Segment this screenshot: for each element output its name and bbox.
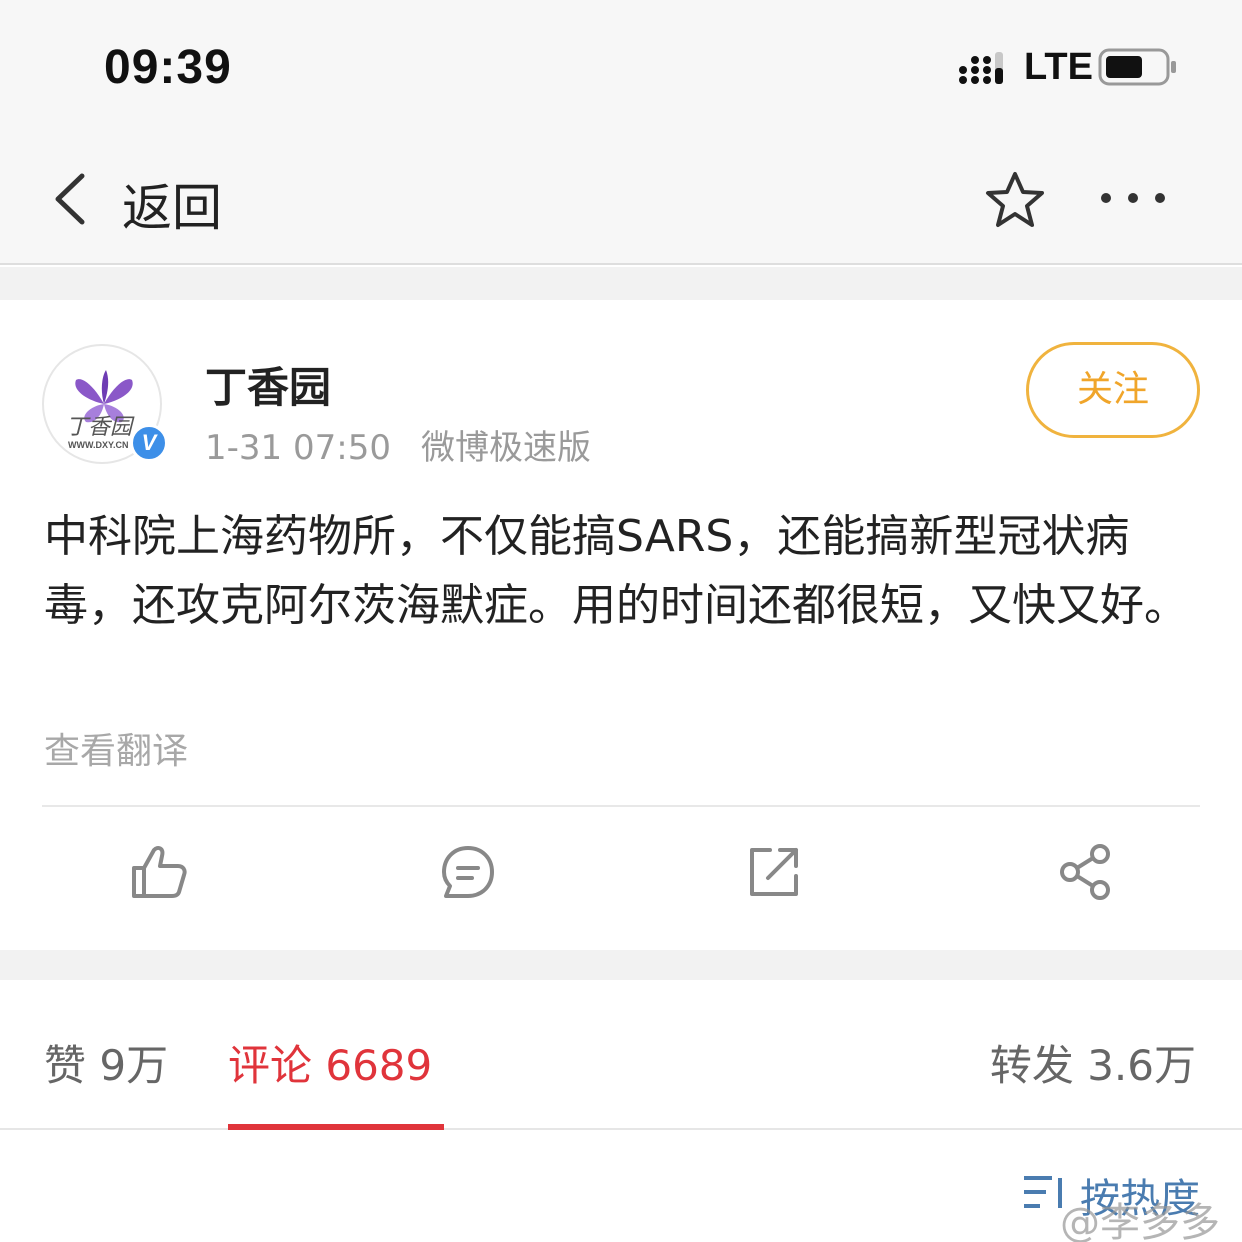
battery-icon bbox=[1098, 48, 1176, 86]
back-button[interactable]: 返回 bbox=[122, 168, 222, 240]
divider bbox=[42, 805, 1200, 807]
cellular-signal-icon bbox=[959, 52, 1003, 84]
engagement-tabs: 赞 9万 评论 6689 转发 3.6万 bbox=[0, 980, 1242, 1130]
follow-button[interactable]: 关注 bbox=[1026, 342, 1200, 438]
tab-comments[interactable]: 评论 6689 bbox=[228, 1032, 432, 1093]
active-tab-indicator bbox=[228, 1124, 444, 1130]
svg-text:WWW.DXY.CN: WWW.DXY.CN bbox=[68, 440, 129, 450]
network-type: LTE bbox=[1024, 46, 1093, 88]
chevron-left-icon[interactable] bbox=[50, 172, 90, 226]
post-text: 中科院上海药物所，不仅能搞SARS，还能搞新型冠状病毒，还攻克阿尔茨海默症。用的… bbox=[44, 511, 1188, 631]
status-time: 09:39 bbox=[104, 41, 232, 94]
tab-reposts[interactable]: 转发 3.6万 bbox=[990, 1032, 1196, 1093]
repost-arrow-icon[interactable] bbox=[742, 840, 806, 904]
watermark: @李多多 bbox=[1060, 1200, 1220, 1242]
post-timestamp: 1-31 07:50 bbox=[205, 428, 391, 468]
thumbs-up-icon[interactable] bbox=[126, 840, 190, 904]
section-gap bbox=[0, 267, 1242, 300]
author-name[interactable]: 丁香园 bbox=[205, 354, 331, 415]
tab-likes[interactable]: 赞 9万 bbox=[44, 1032, 168, 1093]
svg-text:丁香园: 丁香园 bbox=[66, 415, 135, 440]
share-nodes-icon[interactable] bbox=[1054, 840, 1118, 904]
post-source: 微博极速版 bbox=[420, 428, 591, 468]
status-bar: 09:39 LTE bbox=[0, 0, 1242, 130]
verified-badge-icon: V bbox=[130, 424, 168, 462]
nav-bar: 返回 bbox=[0, 130, 1242, 265]
sort-row: 按热度 @李多多 bbox=[0, 1132, 1242, 1242]
section-gap bbox=[0, 950, 1242, 980]
more-horizontal-icon[interactable] bbox=[1098, 188, 1168, 208]
post-card: 丁香园 WWW.DXY.CN V 丁香园 1-31 07:50 微博极速版 关注 … bbox=[0, 300, 1242, 950]
post-meta: 1-31 07:50 微博极速版 bbox=[205, 420, 591, 469]
translate-link[interactable]: 查看翻译 bbox=[44, 722, 188, 774]
comment-bubble-icon[interactable] bbox=[436, 840, 500, 904]
star-icon[interactable] bbox=[984, 170, 1046, 230]
